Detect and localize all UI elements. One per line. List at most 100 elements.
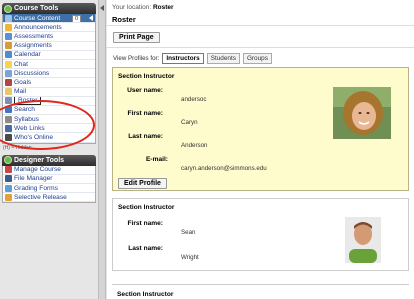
file-manager-icon	[5, 175, 12, 183]
announcements-icon	[5, 23, 12, 31]
sidebar-item-who-s-online[interactable]: Who's Online	[3, 133, 95, 143]
email-value: caryn.anderson@simmons.edu	[181, 165, 267, 172]
sidebar-item-label: Announcements	[14, 23, 62, 31]
course-tools-header[interactable]: Course Tools	[2, 3, 96, 14]
first-name-value: Sean	[181, 229, 196, 236]
instructor-card: Section Instructor	[112, 284, 409, 299]
designer-tools-header[interactable]: Designer Tools	[2, 154, 96, 166]
collapse-arrow-icon[interactable]	[89, 15, 93, 21]
location-prefix: Your location:	[112, 4, 152, 11]
collapse-sidebar-icon[interactable]	[100, 5, 104, 11]
print-page-button[interactable]: Print Page	[113, 32, 160, 43]
sidebar-item-calendar[interactable]: Calendar	[3, 51, 95, 60]
sidebar-item-assessments[interactable]: Assessments	[3, 32, 95, 42]
instructor-photo	[345, 217, 381, 263]
view-profiles-row: View Profiles for: Instructors Students …	[107, 48, 414, 68]
sidebar-item-discussions[interactable]: Discussions	[3, 69, 95, 79]
tab-groups[interactable]: Groups	[242, 52, 272, 64]
page-title: Roster	[107, 11, 414, 26]
designer-item-grading-forms[interactable]: Grading Forms	[3, 184, 95, 194]
designer-item-manage-course[interactable]: Manage Course	[3, 166, 95, 175]
sidebar-item-label: Assessments	[14, 32, 54, 40]
instructor-photo	[333, 87, 391, 139]
sidebar-item-label: Who's Online	[14, 134, 54, 142]
tab-instructors[interactable]: Instructors	[162, 52, 204, 64]
manage-course-icon	[5, 166, 12, 174]
sidebar-item-label: Goals	[14, 78, 32, 86]
designer-item-selective-release[interactable]: Selective Release	[3, 193, 95, 203]
user-name-label: User name:	[127, 87, 163, 94]
last-name-label: Last name:	[128, 245, 163, 252]
sidebar-item-label: Web Links	[14, 124, 45, 132]
user-name-value: andersoc	[181, 96, 207, 103]
discussions-icon	[5, 69, 12, 77]
calendar-icon	[5, 51, 12, 59]
designer-item-file-manager[interactable]: File Manager	[3, 175, 95, 184]
designer-item-label: Grading Forms	[14, 184, 58, 192]
sidebar-item-label: Assignments	[14, 42, 52, 50]
email-label: E-mail:	[146, 156, 168, 163]
sidebar-item-syllabus[interactable]: Syllabus	[3, 115, 95, 125]
sidebar-item-course-content[interactable]: Course Content 0	[3, 14, 95, 24]
location-current: Roster	[152, 4, 174, 11]
syllabus-icon	[5, 115, 12, 123]
sidebar-splitter[interactable]	[98, 0, 106, 299]
whos-online-icon	[5, 134, 12, 142]
designer-item-label: Manage Course	[14, 166, 61, 174]
sidebar-item-mail[interactable]: Mail	[3, 88, 95, 97]
sidebar: Course Tools Course Content 0 Announceme…	[0, 0, 98, 299]
course-tools-panel: Course Content 0 Announcements Assessment…	[2, 14, 96, 144]
assessments-icon	[5, 32, 12, 40]
chat-icon	[5, 60, 12, 68]
designer-item-label: Selective Release	[14, 193, 67, 201]
sidebar-item-web-links[interactable]: Web Links	[3, 124, 95, 134]
sidebar-item-search[interactable]: Search	[3, 106, 95, 116]
first-name-value: Caryn	[181, 119, 198, 126]
mail-icon	[5, 88, 12, 96]
course-tools-icon	[4, 4, 12, 13]
first-name-label: First name:	[127, 220, 163, 227]
assignments-icon	[5, 42, 12, 50]
sidebar-item-label: Discussions	[14, 69, 50, 77]
sidebar-item-label: Chat	[14, 60, 28, 68]
sidebar-item-label: Syllabus	[14, 115, 39, 123]
sidebar-item-announcements[interactable]: Announcements	[3, 23, 95, 33]
section-instructor-title: Section Instructor	[118, 204, 175, 211]
goals-icon	[5, 78, 12, 86]
section-instructor-title: Section Instructor	[117, 291, 174, 298]
instructor-card: Section Instructor User name: andersoc F…	[112, 67, 409, 191]
sidebar-item-goals[interactable]: Goals	[3, 78, 95, 88]
section-instructor-title: Section Instructor	[118, 73, 175, 80]
tab-students[interactable]: Students	[206, 52, 240, 64]
sidebar-item-label: Calendar	[14, 51, 41, 59]
sidebar-item-assignments[interactable]: Assignments	[3, 42, 95, 51]
main-content: Your location: Roster Roster Print Page …	[107, 0, 414, 299]
last-name-value: Anderson	[181, 142, 208, 149]
sidebar-item-label: Search	[14, 106, 35, 114]
roster-icon	[5, 97, 12, 105]
course-content-badge: 0	[72, 14, 81, 23]
designer-tools-panel: Manage Course File Manager Grading Forms Se…	[2, 165, 96, 204]
web-links-icon	[5, 124, 12, 132]
hidden-legend: (H) = Hidden	[3, 144, 32, 151]
designer-item-label: File Manager	[14, 175, 53, 183]
breadcrumb: Your location: Roster	[107, 0, 414, 11]
view-profiles-label: View Profiles for:	[113, 54, 160, 62]
sidebar-item-label: Course Content	[14, 14, 61, 22]
sidebar-item-label: Roster	[14, 96, 42, 105]
sidebar-item-roster[interactable]: Roster	[3, 96, 95, 106]
course-tools-title: Course Tools	[14, 5, 59, 12]
selective-release-icon	[5, 193, 12, 201]
course-content-icon	[5, 14, 12, 22]
designer-tools-title: Designer Tools	[14, 156, 65, 164]
last-name-value: Wright	[181, 254, 199, 261]
last-name-label: Last name:	[128, 133, 163, 140]
first-name-label: First name:	[127, 110, 163, 117]
instructor-card: Section Instructor First name: Sean Last…	[112, 198, 409, 271]
search-icon	[5, 106, 12, 114]
edit-profile-button[interactable]: Edit Profile	[118, 178, 167, 189]
designer-tools-icon	[4, 156, 12, 165]
sidebar-item-chat[interactable]: Chat	[3, 60, 95, 70]
sidebar-item-label: Mail	[14, 88, 27, 96]
grading-forms-icon	[5, 184, 12, 192]
